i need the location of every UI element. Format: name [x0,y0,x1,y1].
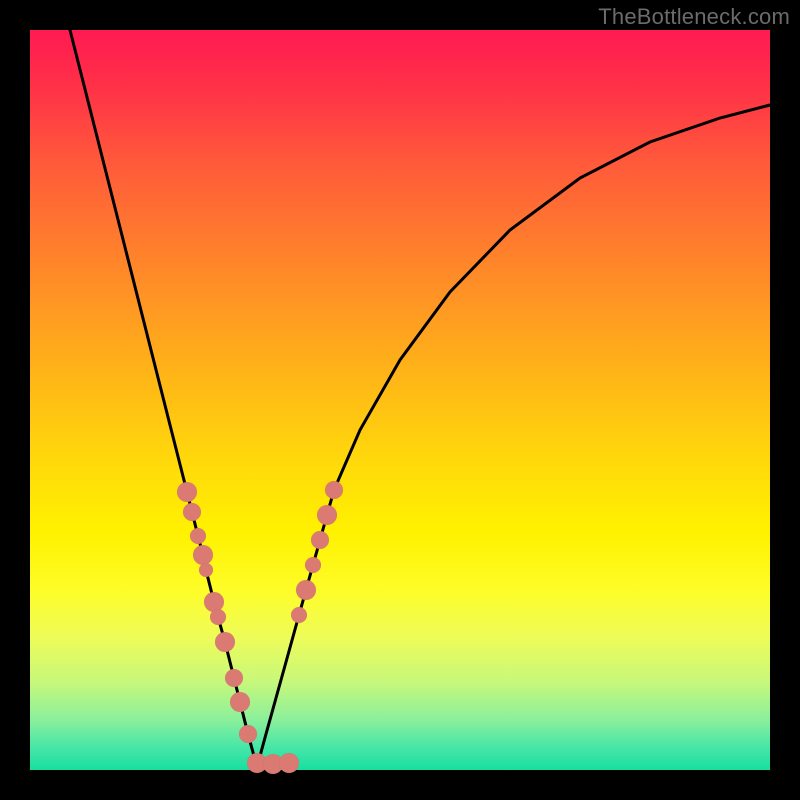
right-curve [257,105,770,767]
bead [291,607,307,623]
bead [225,669,243,687]
curve-layer [30,30,770,770]
bead [193,545,213,565]
left-curve [70,30,257,767]
bead [183,503,201,521]
bead [230,692,250,712]
bead [204,592,224,612]
bead [239,725,257,743]
chart-frame: TheBottleneck.com [0,0,800,800]
bead [177,482,197,502]
bead [296,580,316,600]
bead [210,609,226,625]
bead [190,528,206,544]
bead [305,557,321,573]
bead [215,632,235,652]
bead [325,481,343,499]
beads [177,481,343,774]
bead [317,505,337,525]
plot-area [30,30,770,770]
bead [279,753,299,773]
bead [311,531,329,549]
watermark-text: TheBottleneck.com [598,4,790,30]
bead [199,563,213,577]
